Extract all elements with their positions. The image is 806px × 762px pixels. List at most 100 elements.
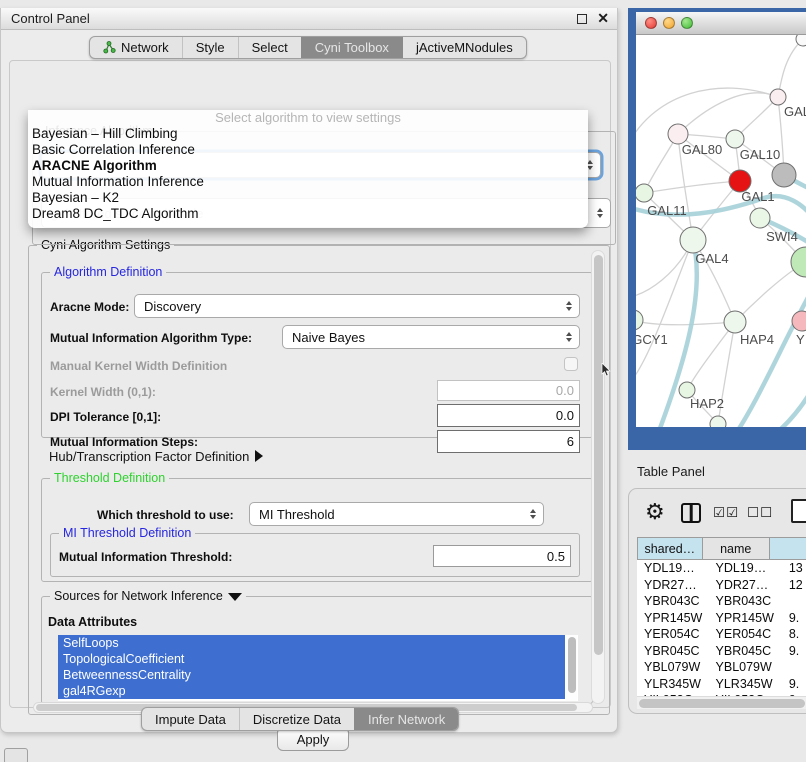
table-cell: 9. <box>782 677 806 691</box>
network-window-titlebar <box>636 12 806 35</box>
network-node[interactable] <box>770 89 786 105</box>
tab-style[interactable]: Style <box>182 37 238 58</box>
tab-network[interactable]: Network <box>90 37 182 58</box>
network-node[interactable] <box>791 247 806 277</box>
tab-select[interactable]: Select <box>238 37 301 58</box>
close-icon[interactable]: ✕ <box>597 10 609 27</box>
settings-vertical-scrollbar[interactable] <box>591 250 605 704</box>
table-cell: YBL079W <box>637 660 709 674</box>
table-cell: YDL19… <box>709 561 782 575</box>
unchecked-pair-icon[interactable]: ☐☐ <box>747 505 773 521</box>
attributes-scrollbar[interactable] <box>566 635 577 701</box>
data-attributes-label: Data Attributes <box>48 615 137 629</box>
hub-definition-label: Hub/Transcription Factor Definition <box>49 449 249 464</box>
table-row[interactable]: YPR145WYPR145W9. <box>637 610 806 627</box>
cyni-toolbox-panel: Inference Algorithm gal-filtered sif def… <box>9 60 611 708</box>
attribute-list-item-selected[interactable]: BetweennessCentrality <box>58 667 565 683</box>
table-cell: YBR043C <box>709 594 782 608</box>
sources-expander[interactable]: Sources for Network Inference <box>50 589 246 603</box>
minimize-traffic-light-icon[interactable] <box>663 17 675 29</box>
close-traffic-light-icon[interactable] <box>645 17 657 29</box>
network-node[interactable] <box>710 416 726 427</box>
network-node[interactable] <box>636 184 653 202</box>
float-window-icon[interactable] <box>577 14 587 24</box>
network-node[interactable] <box>750 208 770 228</box>
network-graph: GALGAL80GAL10GAL1GAL11SWI4GAL4GCY1HAP4YH… <box>636 35 806 427</box>
new-document-icon[interactable] <box>791 499 806 523</box>
group-title: Threshold Definition <box>50 471 169 485</box>
network-node-label: HAP2 <box>690 396 724 411</box>
aracne-mode-combobox[interactable]: Discovery <box>134 294 580 318</box>
combobox-spinner-icon <box>566 332 572 342</box>
hub-definition-expander[interactable]: Hub/Transcription Factor Definition <box>49 449 263 464</box>
table-row[interactable]: YDR27…YDR27…12 <box>637 577 806 594</box>
table-horizontal-scrollbar[interactable] <box>637 696 806 709</box>
algorithm-option[interactable]: Bayesian – Hill Climbing <box>28 126 588 142</box>
network-node-label: SWI4 <box>766 229 798 244</box>
tab-impute-data[interactable]: Impute Data <box>142 708 239 730</box>
zoom-traffic-light-icon[interactable] <box>681 17 693 29</box>
table-row[interactable]: YDL19…YDL19…13 <box>637 560 806 577</box>
column-header-clipped[interactable] <box>770 537 806 560</box>
kernel-width-label: Kernel Width (0,1): <box>50 385 156 399</box>
kernel-width-field[interactable]: 0.0 <box>437 380 580 401</box>
screenshot-root: Control Panel ✕ Network Style Select Cyn… <box>0 0 806 762</box>
attribute-list-item-selected[interactable]: TopologicalCoefficient <box>58 651 565 667</box>
table-row[interactable]: YBR045CYBR045C9. <box>637 643 806 660</box>
network-view-window: GALGAL80GAL10GAL1GAL11SWI4GAL4GCY1HAP4YH… <box>628 8 806 450</box>
table-cell: YLR345W <box>709 677 782 691</box>
network-node[interactable] <box>772 163 796 187</box>
data-attributes-list[interactable]: SelfLoopsTopologicalCoefficientBetweenne… <box>58 635 578 701</box>
table-row[interactable]: YER054CYER054C8. <box>637 626 806 643</box>
algorithm-option[interactable]: Mutual Information Inference <box>28 174 588 190</box>
dpi-tolerance-field[interactable]: 0.0 <box>437 404 580 427</box>
manual-kernel-width-checkbox[interactable] <box>564 357 578 371</box>
column-header-shared-name[interactable]: shared… <box>637 537 703 560</box>
column-header-name[interactable]: name <box>703 537 770 560</box>
panel-title: Control Panel <box>11 11 90 26</box>
network-node[interactable] <box>636 310 643 330</box>
network-node[interactable] <box>724 311 746 333</box>
tab-cyni-toolbox[interactable]: Cyni Toolbox <box>301 37 402 58</box>
mi-algorithm-type-combobox[interactable]: Naive Bayes <box>282 325 580 349</box>
table-cell: YER054C <box>637 627 709 641</box>
table-cell: YBR045C <box>637 644 709 658</box>
algorithm-option[interactable]: Basic Correlation Inference <box>28 142 588 158</box>
gear-icon[interactable]: ⚙ <box>645 501 665 523</box>
node-attribute-table: shared… name YDL19…YDL19…13YDR27…YDR27…1… <box>637 537 806 709</box>
which-threshold-combobox[interactable]: MI Threshold <box>249 502 544 526</box>
network-node[interactable] <box>680 227 706 253</box>
control-panel-window: Control Panel ✕ Network Style Select Cyn… <box>0 8 618 733</box>
docked-panel-icon[interactable] <box>4 748 28 762</box>
algorithm-dropdown-popup: Select algorithm to view settings Bayesi… <box>28 110 588 228</box>
apply-button-label: Apply <box>297 732 330 747</box>
network-node[interactable] <box>668 124 688 144</box>
table-row[interactable]: YBR043CYBR043C <box>637 593 806 610</box>
tab-infer-network[interactable]: Infer Network <box>354 708 458 730</box>
table-cell: 13 <box>782 561 806 575</box>
algorithm-option[interactable]: Dream8 DC_TDC Algorithm <box>28 206 588 222</box>
algorithm-option[interactable]: ARACNE Algorithm <box>28 158 588 174</box>
attribute-list-item-selected[interactable]: SelfLoops <box>58 635 565 651</box>
table-row[interactable]: YBL079WYBL079W <box>637 659 806 676</box>
tab-discretize-data[interactable]: Discretize Data <box>239 708 354 730</box>
mi-steps-field[interactable]: 6 <box>437 430 580 453</box>
expander-arrow-icon <box>255 450 263 462</box>
control-panel-titlebar: Control Panel ✕ <box>1 8 617 30</box>
network-node[interactable] <box>726 130 744 148</box>
split-columns-icon[interactable] <box>681 503 701 523</box>
checked-pair-icon[interactable]: ☑☑ <box>713 505 739 521</box>
dropdown-placeholder: Select algorithm to view settings <box>28 110 588 126</box>
algorithm-option[interactable]: Bayesian – K2 <box>28 190 588 206</box>
network-node-label: GAL11 <box>647 203 687 218</box>
table-row[interactable]: YLR345WYLR345W9. <box>637 676 806 693</box>
mi-threshold-field[interactable]: 0.5 <box>433 545 571 567</box>
network-edge-highlighted <box>732 283 806 427</box>
network-node-label: GAL80 <box>682 142 722 157</box>
table-cell: YLR345W <box>637 677 709 691</box>
network-canvas[interactable]: GALGAL80GAL10GAL1GAL11SWI4GAL4GCY1HAP4YH… <box>636 35 806 427</box>
attribute-list-item-selected[interactable]: gal4RGexp <box>58 683 565 699</box>
network-node-label: GAL4 <box>695 251 728 266</box>
sources-group: Sources for Network Inference Data Attri… <box>41 596 593 704</box>
tab-jactivemnodules[interactable]: jActiveMNodules <box>402 37 526 58</box>
